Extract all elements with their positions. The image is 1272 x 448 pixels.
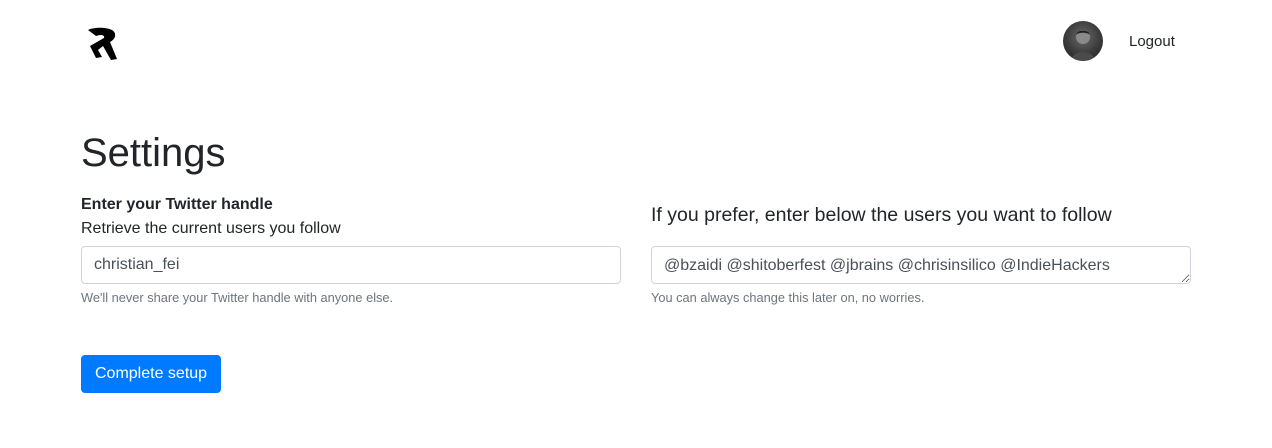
brand-logo-icon[interactable] [86,26,120,62]
follow-users-help: You can always change this later on, no … [651,290,925,305]
twitter-handle-help: We'll never share your Twitter handle wi… [81,290,394,305]
follow-users-textarea[interactable]: @bzaidi @shitoberfest @jbrains @chrisins… [651,246,1191,284]
twitter-handle-section: Enter your Twitter handle Retrieve the c… [81,192,621,240]
follow-users-label: If you prefer, enter below the users you… [651,204,1112,226]
twitter-handle-sublabel: Retrieve the current users you follow [81,220,341,237]
twitter-handle-input[interactable] [81,246,621,284]
avatar-image-icon [1071,30,1095,61]
page-title: Settings [81,131,226,175]
user-avatar[interactable] [1063,21,1103,61]
complete-setup-button[interactable]: Complete setup [81,355,222,393]
logout-link[interactable]: Logout [1129,33,1175,50]
settings-page: Logout Settings Enter your Twitter handl… [0,0,1272,448]
twitter-handle-label: Enter your Twitter handle [81,196,273,213]
